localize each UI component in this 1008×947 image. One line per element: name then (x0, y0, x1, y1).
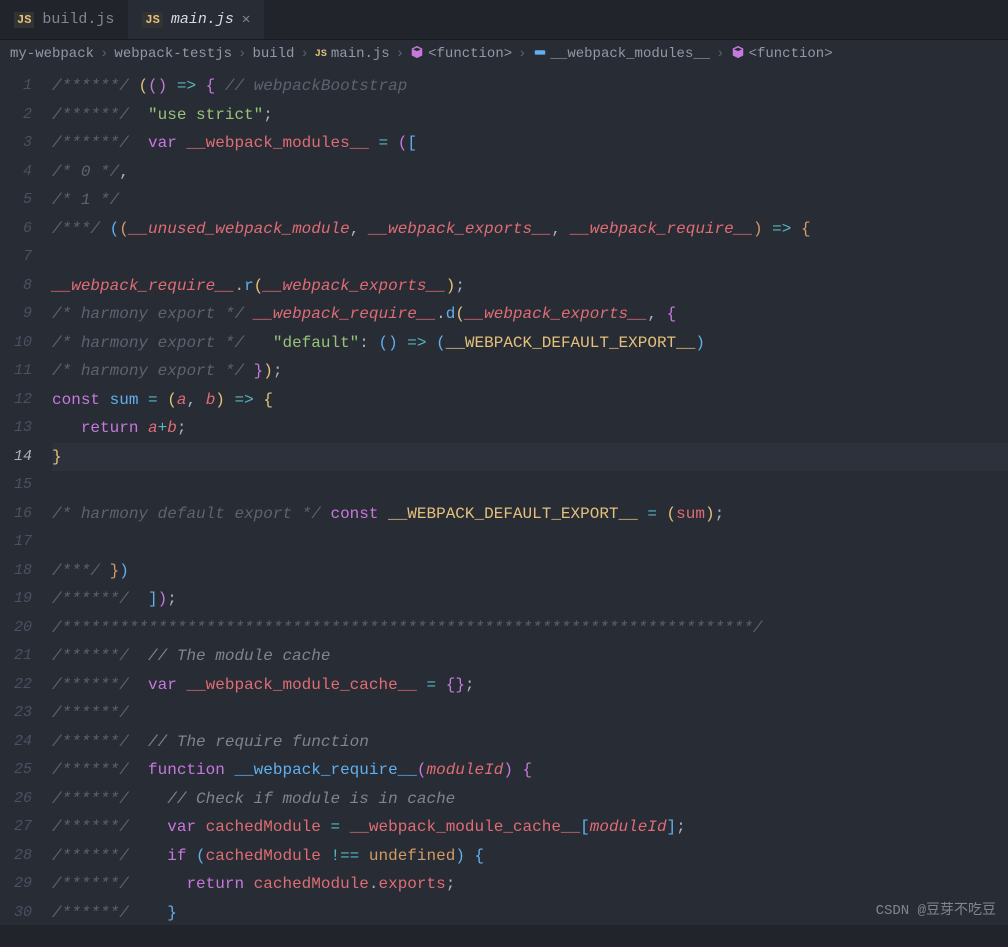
line-number: 17 (14, 528, 32, 557)
code-line[interactable]: /***************************************… (52, 614, 1008, 643)
function-icon (731, 45, 749, 64)
breadcrumb-item[interactable]: build (252, 46, 294, 62)
code-line[interactable]: /******/ } (52, 899, 1008, 926)
line-number: 26 (14, 785, 32, 814)
js-file-icon: JS (142, 12, 162, 28)
line-number: 25 (14, 756, 32, 785)
tab-main-js[interactable]: JS main.js ✕ (128, 0, 264, 39)
field-icon (533, 45, 551, 64)
line-number: 30 (14, 899, 32, 926)
line-number: 2 (14, 101, 32, 130)
line-number: 10 (14, 329, 32, 358)
code-line[interactable]: /* harmony export */ "default": () => (_… (52, 329, 1008, 358)
code-line[interactable]: /******/ "use strict"; (52, 101, 1008, 130)
line-number: 5 (14, 186, 32, 215)
line-number: 29 (14, 870, 32, 899)
breadcrumb-label: my-webpack (10, 46, 94, 62)
chevron-right-icon: › (518, 46, 526, 62)
chevron-right-icon: › (300, 46, 308, 62)
line-number: 1 (14, 72, 32, 101)
line-number: 4 (14, 158, 32, 187)
line-number: 3 (14, 129, 32, 158)
breadcrumb-label: build (252, 46, 294, 62)
code-line[interactable] (52, 243, 1008, 272)
code-line[interactable]: /******/ // The module cache (52, 642, 1008, 671)
line-number: 12 (14, 386, 32, 415)
breadcrumb-label: webpack-testjs (114, 46, 232, 62)
code-line[interactable]: /******/ return cachedModule.exports; (52, 870, 1008, 899)
code-line[interactable]: /******/ // The require function (52, 728, 1008, 757)
code-line[interactable]: } (52, 443, 1008, 472)
line-number: 20 (14, 614, 32, 643)
tab-label: main.js (171, 11, 234, 28)
line-number: 15 (14, 471, 32, 500)
breadcrumb-label: __webpack_modules__ (551, 46, 711, 62)
code-line[interactable]: /******/ ]); (52, 585, 1008, 614)
line-number: 11 (14, 357, 32, 386)
line-number: 22 (14, 671, 32, 700)
code-line[interactable]: /* 0 */, (52, 158, 1008, 187)
js-file-icon: JS (315, 49, 327, 60)
breadcrumb-item[interactable]: <function> (731, 45, 833, 64)
code-line[interactable]: /******/ var cachedModule = __webpack_mo… (52, 813, 1008, 842)
breadcrumb-item[interactable]: webpack-testjs (114, 46, 232, 62)
breadcrumb-label: <function> (749, 46, 833, 62)
code-line[interactable]: return a+b; (52, 414, 1008, 443)
breadcrumb-item[interactable]: __webpack_modules__ (533, 45, 711, 64)
code-line[interactable]: /***/ ((__unused_webpack_module, __webpa… (52, 215, 1008, 244)
tab-label: build.js (42, 11, 114, 28)
js-file-icon: JS (14, 12, 34, 28)
tab-build-js[interactable]: JS build.js (0, 0, 128, 39)
line-number: 13 (14, 414, 32, 443)
watermark: CSDN @豆芽不吃豆 (876, 899, 996, 919)
code-line[interactable]: /******/ var __webpack_module_cache__ = … (52, 671, 1008, 700)
chevron-right-icon: › (238, 46, 246, 62)
code-line[interactable]: /******/ // Check if module is in cache (52, 785, 1008, 814)
function-icon (410, 45, 428, 64)
code-line[interactable]: /* harmony export */ }); (52, 357, 1008, 386)
line-number: 6 (14, 215, 32, 244)
line-number: 24 (14, 728, 32, 757)
chevron-right-icon: › (100, 46, 108, 62)
tab-bar: JS build.js JS main.js ✕ (0, 0, 1008, 40)
line-number: 9 (14, 300, 32, 329)
line-number: 28 (14, 842, 32, 871)
code-line[interactable]: /******/ (52, 699, 1008, 728)
breadcrumb-item[interactable]: <function> (410, 45, 512, 64)
editor[interactable]: 1234567891011121314151617181920212223242… (0, 68, 1008, 925)
code-line[interactable]: /* harmony export */ __webpack_require__… (52, 300, 1008, 329)
code-line[interactable]: /******/ (() => { // webpackBootstrap (52, 72, 1008, 101)
line-number: 14 (14, 443, 32, 472)
line-number: 7 (14, 243, 32, 272)
code-line[interactable]: /******/ var __webpack_modules__ = ([ (52, 129, 1008, 158)
line-number: 19 (14, 585, 32, 614)
line-number: 27 (14, 813, 32, 842)
code-line[interactable]: /* harmony default export */ const __WEB… (52, 500, 1008, 529)
line-number: 16 (14, 500, 32, 529)
breadcrumb-item[interactable]: JS main.js (315, 46, 390, 62)
breadcrumb[interactable]: my-webpack › webpack-testjs › build › JS main.j… (0, 40, 1008, 68)
breadcrumb-item[interactable]: my-webpack (10, 46, 94, 62)
line-number: 18 (14, 557, 32, 586)
code-line[interactable]: __webpack_require__.r(__webpack_exports_… (52, 272, 1008, 301)
status-bar (0, 925, 1008, 947)
code-line[interactable]: /******/ if (cachedModule !== undefined)… (52, 842, 1008, 871)
breadcrumb-label: <function> (428, 46, 512, 62)
code-line[interactable] (52, 528, 1008, 557)
code-line[interactable]: /******/ function __webpack_require__(mo… (52, 756, 1008, 785)
line-number-gutter: 1234567891011121314151617181920212223242… (0, 68, 50, 925)
code-area[interactable]: /******/ (() => { // webpackBootstrap/**… (50, 68, 1008, 925)
code-line[interactable]: const sum = (a, b) => { (52, 386, 1008, 415)
line-number: 23 (14, 699, 32, 728)
code-line[interactable]: /***/ }) (52, 557, 1008, 586)
line-number: 8 (14, 272, 32, 301)
breadcrumb-label: main.js (331, 46, 390, 62)
chevron-right-icon: › (396, 46, 404, 62)
code-line[interactable] (52, 471, 1008, 500)
code-line[interactable]: /* 1 */ (52, 186, 1008, 215)
close-icon[interactable]: ✕ (242, 11, 250, 28)
chevron-right-icon: › (716, 46, 724, 62)
line-number: 21 (14, 642, 32, 671)
